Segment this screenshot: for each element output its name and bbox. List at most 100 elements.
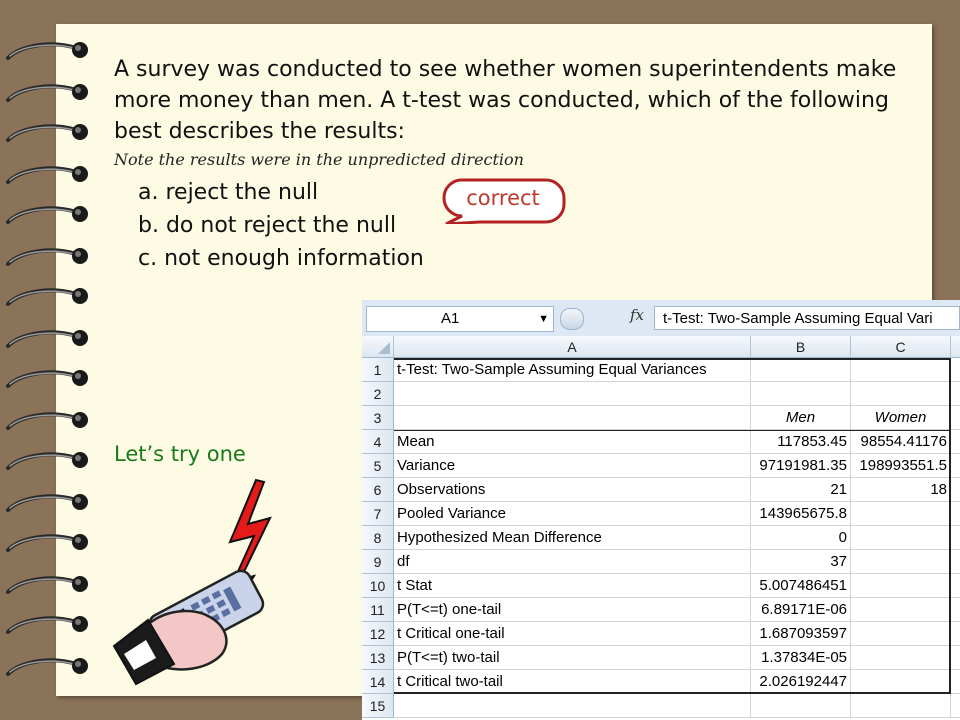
row-header[interactable]: 2 (362, 382, 394, 406)
question-text: A survey was conducted to see whether wo… (114, 57, 897, 144)
cell-b1[interactable] (751, 358, 851, 382)
row-header[interactable]: 14 (362, 670, 394, 694)
cell-d3[interactable] (951, 406, 960, 430)
row-header[interactable]: 12 (362, 622, 394, 646)
cell-d14[interactable] (951, 670, 960, 694)
cell-b4[interactable]: 117853.45 (751, 430, 851, 454)
cell-a5[interactable]: Variance (394, 454, 751, 478)
cell-d9[interactable] (951, 550, 960, 574)
column-header-d[interactable] (951, 336, 960, 358)
cell-a15[interactable] (394, 694, 751, 718)
row-header[interactable]: 10 (362, 574, 394, 598)
cell-c10[interactable] (851, 574, 951, 598)
header-divider (394, 430, 951, 431)
row-header[interactable]: 1 (362, 358, 394, 382)
spiral-ring (6, 576, 88, 594)
cell-d1[interactable] (951, 358, 960, 382)
cell-b15[interactable] (751, 694, 851, 718)
cell-b9[interactable]: 37 (751, 550, 851, 574)
select-all-corner[interactable] (362, 336, 394, 358)
lets-try-text: Let’s try one (114, 442, 246, 466)
row-header[interactable]: 8 (362, 526, 394, 550)
row-header[interactable]: 4 (362, 430, 394, 454)
spiral-ring (6, 534, 88, 552)
cell-a3[interactable] (394, 406, 751, 430)
cell-c13[interactable] (851, 646, 951, 670)
row-header[interactable]: 3 (362, 406, 394, 430)
row-header[interactable]: 7 (362, 502, 394, 526)
spiral-ring (6, 206, 88, 224)
cell-d2[interactable] (951, 382, 960, 406)
cell-d10[interactable] (951, 574, 960, 598)
cell-c8[interactable] (851, 526, 951, 550)
cell-b3[interactable]: Men (751, 406, 851, 430)
row-header[interactable]: 11 (362, 598, 394, 622)
cell-b11[interactable]: 6.89171E-06 (751, 598, 851, 622)
spiral-ring (6, 616, 88, 634)
cell-b5[interactable]: 97191981.35 (751, 454, 851, 478)
cell-b7[interactable]: 143965675.8 (751, 502, 851, 526)
spiral-ring (6, 452, 88, 470)
cell-a13[interactable]: P(T<=t) two-tail (394, 646, 751, 670)
cell-a1[interactable]: t-Test: Two-Sample Assuming Equal Varian… (394, 358, 751, 382)
cell-d12[interactable] (951, 622, 960, 646)
cell-a14[interactable]: t Critical two-tail (394, 670, 751, 694)
cell-a10[interactable]: t Stat (394, 574, 751, 598)
row-header[interactable]: 9 (362, 550, 394, 574)
cell-d11[interactable] (951, 598, 960, 622)
cell-c14[interactable] (851, 670, 951, 694)
cell-c4[interactable]: 98554.41176 (851, 430, 951, 454)
cell-a2[interactable] (394, 382, 751, 406)
cell-d6[interactable] (951, 478, 960, 502)
cell-d8[interactable] (951, 526, 960, 550)
cell-c11[interactable] (851, 598, 951, 622)
column-header-c[interactable]: C (851, 336, 951, 358)
row-header[interactable]: 6 (362, 478, 394, 502)
cell-a7[interactable]: Pooled Variance (394, 502, 751, 526)
formula-bar-toggle-button[interactable] (560, 308, 584, 330)
row-header[interactable]: 15 (362, 694, 394, 718)
cell-d7[interactable] (951, 502, 960, 526)
column-header-b[interactable]: B (751, 336, 851, 358)
column-header-a[interactable]: A (394, 336, 751, 358)
cell-c1[interactable] (851, 358, 951, 382)
cell-b2[interactable] (751, 382, 851, 406)
spiral-ring (6, 370, 88, 388)
answer-options: a. reject the null b. do not reject the … (138, 176, 424, 275)
cell-a6[interactable]: Observations (394, 478, 751, 502)
cell-c6[interactable]: 18 (851, 478, 951, 502)
cell-c5[interactable]: 198993551.5 (851, 454, 951, 478)
fx-icon[interactable]: fx (630, 306, 644, 324)
cell-b8[interactable]: 0 (751, 526, 851, 550)
cell-c2[interactable] (851, 382, 951, 406)
option-c[interactable]: c. not enough information (138, 242, 424, 275)
cell-a12[interactable]: t Critical one-tail (394, 622, 751, 646)
cell-a4[interactable]: Mean (394, 430, 751, 454)
cell-b12[interactable]: 1.687093597 (751, 622, 851, 646)
option-b[interactable]: b. do not reject the null (138, 209, 424, 242)
cell-b14[interactable]: 2.026192447 (751, 670, 851, 694)
cell-b13[interactable]: 1.37834E-05 (751, 646, 851, 670)
spiral-ring (6, 248, 88, 266)
cell-c3[interactable]: Women (851, 406, 951, 430)
spiral-ring (6, 84, 88, 102)
formula-input[interactable]: t-Test: Two-Sample Assuming Equal Vari (654, 306, 960, 330)
cell-a9[interactable]: df (394, 550, 751, 574)
cell-d13[interactable] (951, 646, 960, 670)
cell-c15[interactable] (851, 694, 951, 718)
cell-c12[interactable] (851, 622, 951, 646)
cell-d15[interactable] (951, 694, 960, 718)
dropdown-arrow-icon[interactable]: ▼ (538, 307, 549, 331)
cell-c7[interactable] (851, 502, 951, 526)
cell-d4[interactable] (951, 430, 960, 454)
cell-b10[interactable]: 5.007486451 (751, 574, 851, 598)
cell-a11[interactable]: P(T<=t) one-tail (394, 598, 751, 622)
cell-b6[interactable]: 21 (751, 478, 851, 502)
cell-c9[interactable] (851, 550, 951, 574)
cell-d5[interactable] (951, 454, 960, 478)
row-header[interactable]: 13 (362, 646, 394, 670)
name-box[interactable]: A1 ▼ (366, 306, 554, 332)
option-a[interactable]: a. reject the null (138, 176, 424, 209)
row-header[interactable]: 5 (362, 454, 394, 478)
cell-a8[interactable]: Hypothesized Mean Difference (394, 526, 751, 550)
